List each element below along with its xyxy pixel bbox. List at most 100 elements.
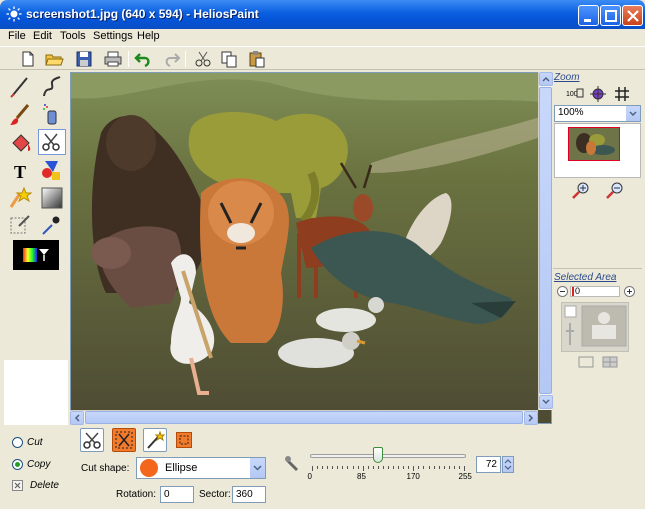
tool-fill[interactable]: [7, 130, 35, 156]
curve-icon: [43, 76, 61, 97]
undo-icon: [134, 53, 150, 68]
tool-clone[interactable]: [7, 212, 35, 238]
maximize-icon: [605, 10, 617, 22]
scroll-left-arrow[interactable]: [70, 411, 84, 425]
tool-pencil[interactable]: [7, 74, 35, 100]
copy-button[interactable]: [219, 49, 239, 69]
minimize-button[interactable]: [578, 5, 599, 26]
slider-tick: [388, 466, 389, 469]
redo-button[interactable]: [161, 49, 181, 69]
open-button[interactable]: [44, 49, 64, 69]
selected-area-slider[interactable]: 0: [570, 286, 620, 297]
text-icon: T: [14, 162, 26, 182]
paste-button[interactable]: [247, 49, 267, 69]
scroll-up-arrow[interactable]: [539, 72, 553, 86]
tool-shapes[interactable]: [38, 158, 66, 184]
print-button[interactable]: [103, 49, 123, 69]
navigator-preview[interactable]: [554, 123, 641, 178]
new-file-button[interactable]: [18, 49, 38, 69]
tolerance-spinner[interactable]: [502, 456, 514, 473]
tolerance-value-input[interactable]: [476, 456, 501, 473]
selection-frame-button[interactable]: [577, 355, 595, 369]
cut-shape-select[interactable]: Ellipse: [136, 457, 266, 479]
open-folder-icon: [45, 54, 64, 66]
slider-tick: [382, 466, 384, 469]
svg-text:T: T: [14, 162, 26, 182]
vertical-scroll-thumb[interactable]: [539, 87, 552, 394]
maximize-button[interactable]: [600, 5, 621, 26]
copy-icon: [221, 51, 237, 68]
horizontal-scroll-thumb[interactable]: [85, 411, 523, 424]
cut-radio[interactable]: [12, 437, 23, 448]
tolerance-icon-wrap: [283, 454, 303, 474]
tolerance-slider-thumb[interactable]: [373, 447, 384, 463]
magic-wand-mode-button[interactable]: [143, 428, 167, 452]
cut-shape-dropdown-arrow[interactable]: [250, 458, 265, 478]
save-icon: [76, 51, 92, 67]
square-select-icon: [179, 435, 189, 445]
zoom-out-button[interactable]: [605, 180, 625, 200]
rotation-input[interactable]: [160, 486, 194, 503]
zoom-dropdown-arrow[interactable]: [626, 106, 640, 121]
scissors-mode-button[interactable]: [80, 428, 104, 452]
menu-edit[interactable]: Edit: [33, 30, 52, 42]
zoom-select[interactable]: 100%: [554, 105, 641, 122]
scroll-down-arrow[interactable]: [539, 395, 553, 409]
menu-file[interactable]: File: [8, 30, 26, 42]
eyedropper-icon: [42, 216, 60, 235]
selection-layer-icon: [564, 305, 627, 347]
shape-scissors-icon: [115, 431, 133, 449]
tool-scissors[interactable]: [38, 129, 66, 155]
tool-curve[interactable]: [38, 74, 66, 100]
selected-area-minus[interactable]: [557, 286, 568, 297]
menu-bar: File Edit Tools Settings Help: [0, 29, 645, 46]
menu-tools[interactable]: Tools: [60, 30, 86, 42]
spray-icon: [43, 104, 57, 125]
tool-text[interactable]: T: [7, 158, 35, 184]
shape-cut-mode-button[interactable]: [112, 428, 136, 452]
selection-grid-button[interactable]: [601, 355, 619, 369]
undo-button[interactable]: [134, 49, 154, 69]
tool-spray[interactable]: [38, 102, 66, 128]
fit-zoom-button[interactable]: 100: [565, 85, 585, 103]
horizontal-scrollbar[interactable]: [70, 410, 538, 425]
copy-radio[interactable]: [12, 459, 23, 470]
fill-bucket-icon: [12, 134, 31, 152]
slider-tick: [428, 466, 430, 469]
sector-input[interactable]: [232, 486, 266, 503]
slider-tick: [362, 466, 364, 471]
slider-tick: [398, 466, 400, 469]
cut-options-panel: Cut Copy Delete Cut shape: Ellipse Rotat…: [0, 425, 645, 509]
tolerance-slider-track[interactable]: [310, 454, 466, 458]
grid-frame-icon: [602, 356, 618, 368]
delete-checkbox[interactable]: [12, 480, 23, 491]
slider-tick-label: 170: [406, 472, 420, 481]
selected-area-plus[interactable]: [624, 286, 635, 297]
menu-settings[interactable]: Settings: [93, 30, 133, 42]
vertical-scrollbar[interactable]: [538, 72, 553, 410]
close-button[interactable]: [622, 5, 643, 26]
magic-wand-icon: [147, 430, 166, 449]
slider-tick: [322, 466, 324, 469]
color-palette-swatch[interactable]: [13, 240, 59, 270]
image-canvas[interactable]: [70, 72, 552, 424]
tool-options-area: [4, 360, 68, 425]
tool-gradient[interactable]: [38, 185, 66, 211]
tool-eyedropper[interactable]: [38, 212, 66, 238]
tool-sparkle[interactable]: [7, 185, 35, 211]
chevron-down-icon: [542, 399, 550, 405]
cut-button[interactable]: [193, 49, 213, 69]
cut-label: Cut: [27, 437, 43, 448]
save-button[interactable]: [74, 49, 94, 69]
zoom-in-button[interactable]: [571, 180, 591, 200]
eyedropper-tolerance-icon: [285, 456, 299, 472]
grid-toggle-button[interactable]: [613, 85, 631, 103]
scroll-right-arrow[interactable]: [524, 411, 538, 425]
slider-tick: [337, 466, 339, 469]
center-view-button[interactable]: [589, 85, 607, 103]
selection-preview: [561, 302, 629, 352]
slider-tick-label: 255: [458, 472, 472, 481]
selection-color-button[interactable]: [176, 432, 192, 448]
menu-help[interactable]: Help: [137, 30, 160, 42]
tool-brush[interactable]: [7, 102, 35, 128]
